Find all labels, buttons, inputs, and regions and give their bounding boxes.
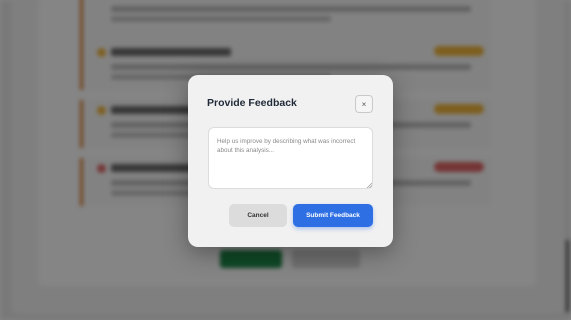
modal-title: Provide Feedback [207,97,297,109]
submit-feedback-button[interactable]: Submit Feedback [293,204,373,227]
resize-grip-icon[interactable] [366,182,372,188]
cancel-button[interactable]: Cancel [229,204,287,227]
close-icon: × [361,99,367,109]
feedback-textarea[interactable] [208,127,373,189]
close-button[interactable]: × [355,95,373,113]
